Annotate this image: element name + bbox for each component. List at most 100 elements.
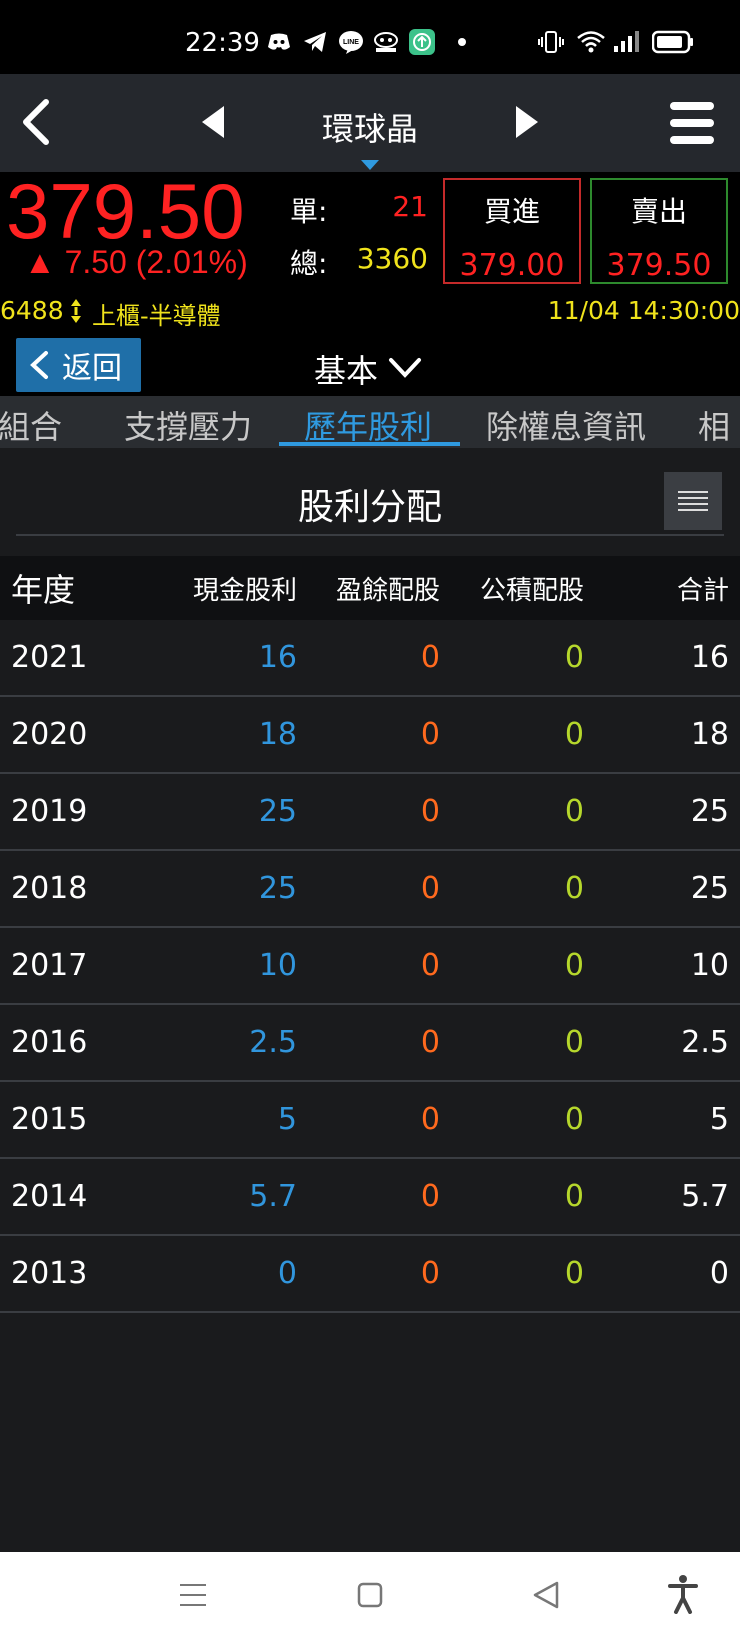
table-header: 年度 現金股利 盈餘配股 公積配股 合計 xyxy=(0,556,740,620)
discord-icon xyxy=(266,30,292,54)
cell-reserve: 0 xyxy=(564,640,584,675)
table-row: 2017 10 0 0 10 xyxy=(0,928,740,1005)
back-button-label: 返回 xyxy=(62,351,122,386)
tab-related[interactable]: 相 xyxy=(698,402,730,448)
active-tab-indicator xyxy=(279,442,460,446)
table-row: 2020 18 0 0 18 xyxy=(0,697,740,774)
sell-price: 379.50 xyxy=(606,248,712,283)
cell-cash: 25 xyxy=(258,794,297,829)
cell-total: 5 xyxy=(709,1102,729,1137)
cell-stock: 0 xyxy=(420,1179,440,1214)
header-bar: 環球晶 xyxy=(0,74,740,172)
cell-total: 16 xyxy=(690,640,729,675)
sell-button[interactable]: 賣出 379.50 xyxy=(590,178,728,284)
cell-cash: 16 xyxy=(258,640,297,675)
cell-reserve: 0 xyxy=(564,1025,584,1060)
cell-reserve: 0 xyxy=(564,794,584,829)
next-triangle-icon[interactable] xyxy=(514,104,540,144)
cell-year: 2013 xyxy=(11,1256,88,1291)
cell-reserve: 0 xyxy=(564,717,584,752)
header-reserve-dividend: 公積配股 xyxy=(479,575,584,606)
buy-label: 買進 xyxy=(483,195,540,228)
total-volume-value: 3360 xyxy=(356,242,428,275)
status-bar: 22:39 LINE xyxy=(0,0,740,74)
cell-stock: 0 xyxy=(420,1256,440,1291)
cell-cash: 25 xyxy=(258,871,297,906)
cell-stock: 0 xyxy=(420,640,440,675)
recents-icon[interactable] xyxy=(178,1580,208,1614)
cell-cash: 5 xyxy=(277,1102,297,1137)
cell-year: 2018 xyxy=(11,871,88,906)
quote-datetime: 11/04 14:30:00 xyxy=(547,296,740,325)
cell-total: 2.5 xyxy=(681,1025,729,1060)
vibrate-icon xyxy=(538,30,564,54)
cell-cash: 18 xyxy=(258,717,297,752)
telegram-icon xyxy=(302,30,328,54)
signal-icon xyxy=(612,30,640,54)
wifi-icon xyxy=(576,30,606,54)
dividend-table: 年度 現金股利 盈餘配股 公積配股 合計 2021 16 0 0 16 2020 18 0 0… xyxy=(0,556,740,1313)
cell-total: 5.7 xyxy=(681,1179,729,1214)
gomaji-icon xyxy=(372,30,400,54)
header-total: 合計 xyxy=(676,575,729,606)
category-dropdown[interactable]: 基本 xyxy=(314,346,422,392)
back-icon[interactable] xyxy=(532,1580,560,1614)
cell-reserve: 0 xyxy=(564,871,584,906)
battery-icon xyxy=(652,30,694,54)
cell-total: 10 xyxy=(690,948,729,983)
tab-portfolio[interactable]: 組合 xyxy=(0,402,62,448)
cell-stock: 0 xyxy=(420,794,440,829)
table-row: 2018 25 0 0 25 xyxy=(0,851,740,928)
quote-panel: 379.50 ▲ 7.50 (2.01%) 單: 21 總: 3360 買進 3… xyxy=(0,167,740,334)
list-menu-button[interactable] xyxy=(664,472,722,530)
cell-year: 2017 xyxy=(11,948,88,983)
cell-year: 2021 xyxy=(11,640,88,675)
cell-total: 25 xyxy=(690,794,729,829)
tab-bar: 組合 支撐壓力 歷年股利 除權息資訊 相 xyxy=(0,396,740,448)
buy-price: 379.00 xyxy=(459,248,565,283)
table-row: 2021 16 0 0 16 xyxy=(0,620,740,697)
cell-stock: 0 xyxy=(420,1102,440,1137)
list-menu-icon xyxy=(678,491,708,511)
control-row: 返回 基本 xyxy=(0,334,740,396)
page-title: 環球晶 xyxy=(321,110,418,148)
header-year: 年度 xyxy=(11,571,76,609)
cell-year: 2020 xyxy=(11,717,88,752)
cell-total: 25 xyxy=(690,871,729,906)
cell-cash: 5.7 xyxy=(249,1179,297,1214)
sell-label: 賣出 xyxy=(630,195,687,228)
section-divider xyxy=(16,534,724,536)
buy-button[interactable]: 買進 379.00 xyxy=(443,178,581,284)
chevron-left-icon xyxy=(28,350,50,384)
chevron-down-icon xyxy=(388,357,422,383)
accessibility-icon[interactable] xyxy=(668,1574,698,1618)
limit-marker-icon xyxy=(70,298,82,328)
cell-year: 2014 xyxy=(11,1179,88,1214)
header-cash-dividend: 現金股利 xyxy=(192,575,297,606)
back-button[interactable]: 返回 xyxy=(16,338,141,392)
dot-icon xyxy=(456,30,468,54)
single-volume-value: 21 xyxy=(392,190,428,223)
section-title: 股利分配 xyxy=(297,487,442,528)
cell-stock: 0 xyxy=(420,871,440,906)
cell-stock: 0 xyxy=(420,717,440,752)
tab-support-resistance[interactable]: 支撐壓力 xyxy=(124,402,252,448)
header-stock-dividend: 盈餘配股 xyxy=(335,575,440,606)
system-nav-bar xyxy=(0,1552,740,1644)
cell-stock: 0 xyxy=(420,1025,440,1060)
hamburger-menu-icon[interactable] xyxy=(669,100,715,150)
cell-year: 2016 xyxy=(11,1025,88,1060)
cell-stock: 0 xyxy=(420,948,440,983)
cell-reserve: 0 xyxy=(564,948,584,983)
cell-reserve: 0 xyxy=(564,1102,584,1137)
cell-reserve: 0 xyxy=(564,1256,584,1291)
cell-reserve: 0 xyxy=(564,1179,584,1214)
svg-text:LINE: LINE xyxy=(343,39,359,46)
cell-year: 2019 xyxy=(11,794,88,829)
cell-total: 18 xyxy=(690,717,729,752)
cell-cash: 10 xyxy=(258,948,297,983)
tab-ex-dividend-info[interactable]: 除權息資訊 xyxy=(486,402,646,448)
single-volume-label: 單: xyxy=(290,195,328,228)
market-sector: 上櫃-半導體 xyxy=(92,302,221,330)
home-icon[interactable] xyxy=(356,1580,384,1614)
